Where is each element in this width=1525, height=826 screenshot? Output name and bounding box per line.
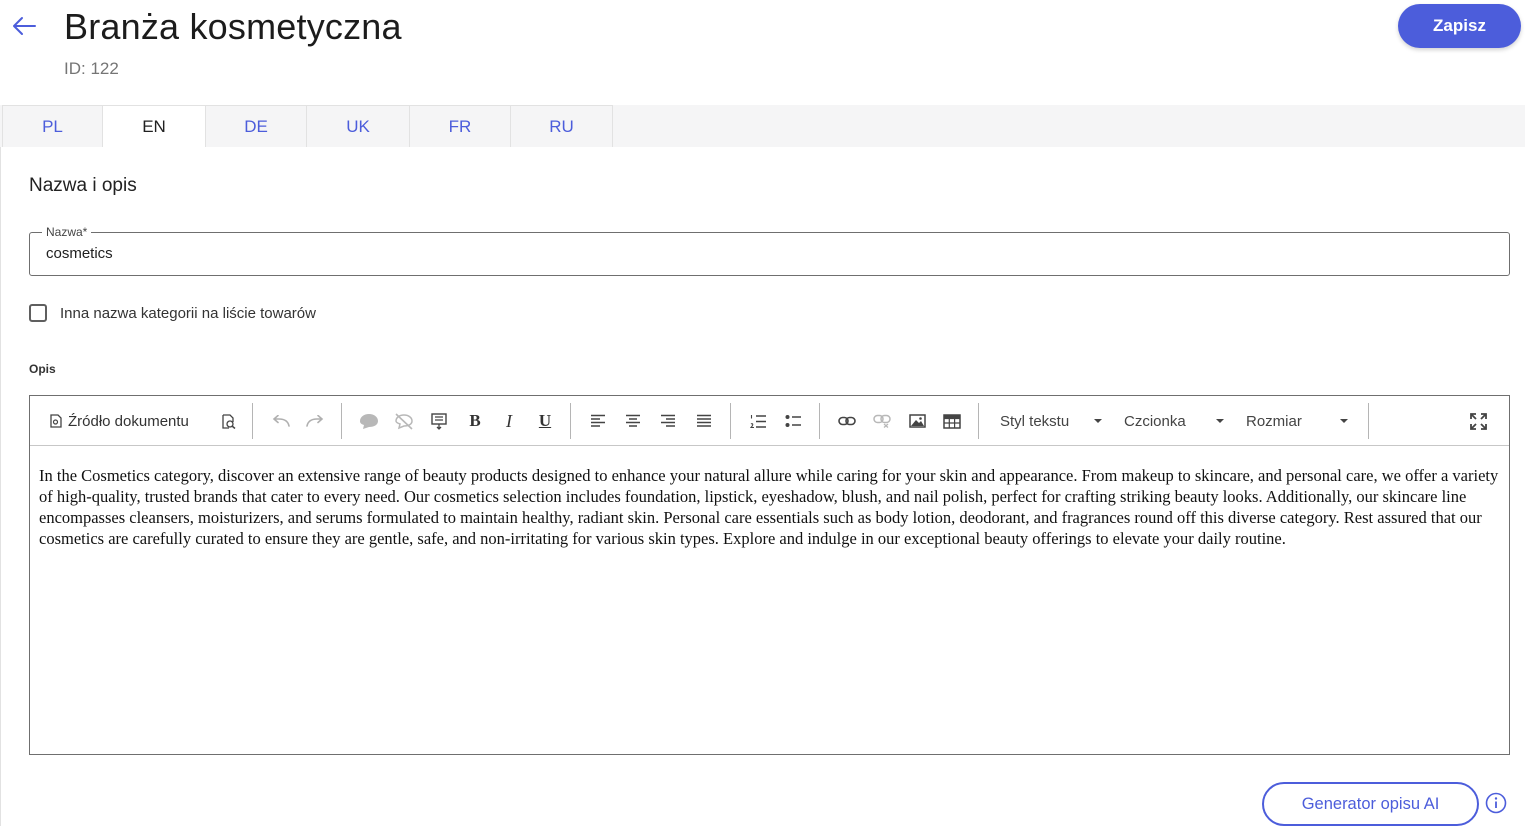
image-icon [908, 414, 926, 428]
toolbar-separator [570, 403, 571, 439]
info-icon[interactable] [1485, 792, 1507, 814]
section-title: Nazwa i opis [29, 175, 137, 196]
name-field: Nazwa* [29, 225, 1510, 276]
track-changes-icon [431, 413, 447, 430]
toolbar-separator [252, 403, 253, 439]
comments-off-icon [395, 412, 413, 430]
align-right-icon [661, 414, 675, 427]
redo-icon [306, 415, 324, 427]
size-label: Rozmiar [1246, 412, 1302, 430]
undo-button[interactable] [268, 406, 294, 436]
redo-button[interactable] [302, 406, 328, 436]
align-left-icon [591, 414, 605, 427]
chevron-down-icon [1216, 419, 1224, 423]
rich-text-editor: Źródło dokumentu B I U Styl tekstu Czcio… [29, 395, 1510, 755]
italic-button[interactable]: I [496, 406, 522, 436]
text-style-dropdown[interactable]: Styl tekstu [1000, 406, 1102, 436]
tab-en[interactable]: EN [102, 105, 206, 148]
text-style-label: Styl tekstu [1000, 412, 1070, 430]
name-input[interactable] [46, 245, 1486, 262]
preview-icon [222, 413, 236, 429]
name-field-label: Nazwa* [42, 225, 92, 239]
record-id: ID: 122 [64, 59, 119, 78]
image-button[interactable] [904, 406, 930, 436]
font-label: Czcionka [1124, 412, 1186, 430]
source-document-button[interactable]: Źródło dokumentu [50, 406, 210, 436]
fullscreen-icon [1469, 412, 1487, 430]
language-tabs: PL EN DE UK FR RU [0, 105, 1525, 148]
font-dropdown[interactable]: Czcionka [1124, 406, 1224, 436]
ai-description-generator-button[interactable]: Generator opisu AI [1262, 782, 1479, 826]
fullscreen-button[interactable] [1465, 406, 1491, 436]
comments-archive-button[interactable] [391, 406, 417, 436]
toolbar-separator [341, 403, 342, 439]
save-button[interactable]: Zapisz [1398, 4, 1521, 48]
bullet-list-icon [785, 414, 801, 427]
align-center-icon [626, 414, 640, 427]
unlink-icon [873, 414, 891, 428]
arrow-left-icon [13, 17, 36, 35]
alt-name-checkbox-label: Inna nazwa kategorii na liście towarów [60, 304, 316, 322]
align-left-button[interactable] [585, 406, 611, 436]
source-document-icon [50, 414, 62, 428]
alt-name-checkbox[interactable] [29, 304, 47, 322]
align-right-button[interactable] [655, 406, 681, 436]
undo-icon [272, 415, 290, 427]
toolbar-separator [730, 403, 731, 439]
back-button[interactable] [8, 10, 40, 42]
tab-pl[interactable]: PL [2, 105, 103, 147]
tab-ru[interactable]: RU [510, 105, 613, 147]
editor-toolbar: Źródło dokumentu B I U Styl tekstu Czcio… [30, 396, 1509, 446]
numbered-list-icon [749, 414, 766, 428]
chevron-down-icon [1094, 419, 1102, 423]
description-label: Opis [29, 362, 56, 376]
table-icon [943, 413, 961, 429]
comment-icon [360, 413, 378, 429]
unlink-button[interactable] [869, 406, 895, 436]
table-button[interactable] [939, 406, 965, 436]
underline-button[interactable]: U [532, 406, 558, 436]
toolbar-separator [819, 403, 820, 439]
comment-button[interactable] [356, 406, 382, 436]
bold-button[interactable]: B [462, 406, 488, 436]
editor-content[interactable]: In the Cosmetics category, discover an e… [39, 465, 1499, 549]
page-header: Branża kosmetyczna ID: 122 Zapisz [0, 0, 1525, 105]
alt-name-checkbox-row[interactable]: Inna nazwa kategorii na liście towarów [29, 304, 316, 322]
toolbar-separator [1368, 403, 1369, 439]
size-dropdown[interactable]: Rozmiar [1246, 406, 1348, 436]
tab-fr[interactable]: FR [409, 105, 511, 147]
tab-de[interactable]: DE [205, 105, 307, 147]
track-changes-button[interactable] [426, 406, 452, 436]
numbered-list-button[interactable] [745, 406, 771, 436]
source-document-label: Źródło dokumentu [68, 412, 189, 430]
page-title: Branża kosmetyczna [64, 6, 402, 47]
align-center-button[interactable] [620, 406, 646, 436]
tab-uk[interactable]: UK [306, 105, 410, 147]
link-button[interactable] [834, 406, 860, 436]
toolbar-separator [978, 403, 979, 439]
align-justify-button[interactable] [691, 406, 717, 436]
chevron-down-icon [1340, 419, 1348, 423]
link-icon [838, 416, 856, 426]
preview-button[interactable] [216, 406, 242, 436]
align-justify-icon [697, 414, 711, 427]
bullet-list-button[interactable] [780, 406, 806, 436]
tab-content: Nazwa i opis Nazwa* Inna nazwa kategorii… [0, 147, 1525, 826]
